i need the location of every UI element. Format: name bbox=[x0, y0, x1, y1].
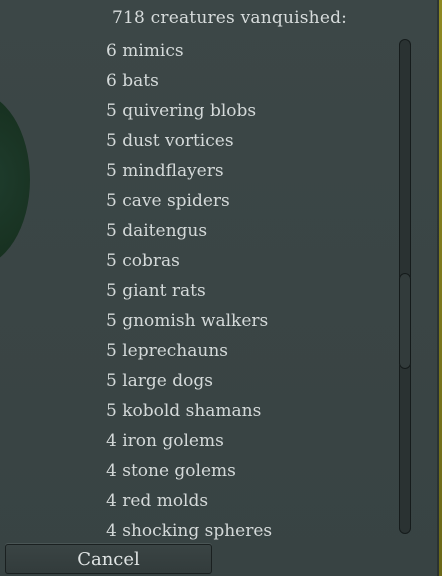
list-item: 5 quivering blobs bbox=[106, 101, 257, 121]
cancel-button[interactable]: Cancel bbox=[5, 544, 212, 574]
background-creature-shape bbox=[0, 92, 30, 267]
list-item: 5 leprechauns bbox=[106, 341, 229, 361]
vanquished-count-title: 718 creatures vanquished: bbox=[112, 8, 348, 28]
list-item: 6 mimics bbox=[106, 41, 184, 61]
list-item: 5 daitengus bbox=[106, 221, 208, 241]
list-item: 5 giant rats bbox=[106, 281, 206, 301]
list-item: 4 stone golems bbox=[106, 461, 236, 481]
list-item: 5 cave spiders bbox=[106, 191, 230, 211]
list-item: 6 bats bbox=[106, 71, 159, 91]
creature-list: 6 mimics 6 bats 5 quivering blobs 5 dust… bbox=[106, 36, 272, 546]
list-item: 5 dust vortices bbox=[106, 131, 234, 151]
list-item: 5 large dogs bbox=[106, 371, 213, 391]
list-item: 5 gnomish walkers bbox=[106, 311, 269, 331]
list-item: 4 iron golems bbox=[106, 431, 224, 451]
list-item: 5 kobold shamans bbox=[106, 401, 262, 421]
list-item: 5 mindflayers bbox=[106, 161, 224, 181]
list-item: 4 red molds bbox=[106, 491, 209, 511]
list-item: 5 cobras bbox=[106, 251, 180, 271]
list-item: 4 shocking spheres bbox=[106, 521, 273, 541]
vanquished-dialog: 718 creatures vanquished: 6 mimics 6 bat… bbox=[0, 0, 442, 576]
scrollbar-thumb[interactable] bbox=[399, 273, 411, 369]
